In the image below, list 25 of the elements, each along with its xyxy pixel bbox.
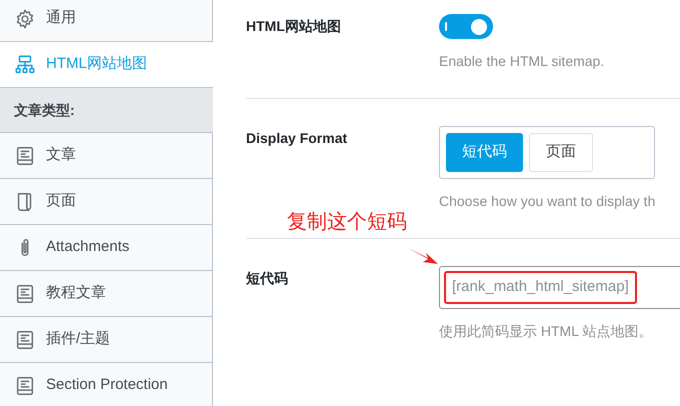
document-icon [14,144,36,166]
setting-description: Choose how you want to display th [439,192,656,211]
setting-label: HTML网站地图 [246,17,342,36]
sidebar-item[interactable]: 教程文章 [0,271,213,317]
sidebar-item[interactable]: 页面 [0,179,213,225]
setting-description: Enable the HTML sitemap. [439,52,604,71]
sitemap-icon [14,54,36,76]
toggle-switch[interactable] [439,14,493,39]
setting-description: 使用此简码显示 HTML 站点地图。 [439,322,654,341]
section-heading: 文章类型: [0,88,213,133]
document-icon [14,328,36,350]
sidebar-item[interactable]: 插件/主题 [0,317,213,363]
annotation-text: 复制这个短码 [287,210,407,235]
sidebar-item[interactable]: Attachments [0,225,213,271]
document-icon [14,282,36,304]
annotation-arrow [408,247,438,265]
gear-icon [14,8,36,30]
document-icon [14,374,36,396]
setting-label: 短代码 [246,269,289,288]
highlight-box: [rank_math_html_sitemap] [444,271,637,304]
format-option[interactable]: 页面 [529,133,593,172]
sidebar-item[interactable]: 文章 [0,133,213,179]
sidebar-item[interactable]: Section Protection [0,363,213,406]
sidebar-item[interactable]: 通用 [0,0,213,42]
setting-label: Display Format [246,129,348,148]
